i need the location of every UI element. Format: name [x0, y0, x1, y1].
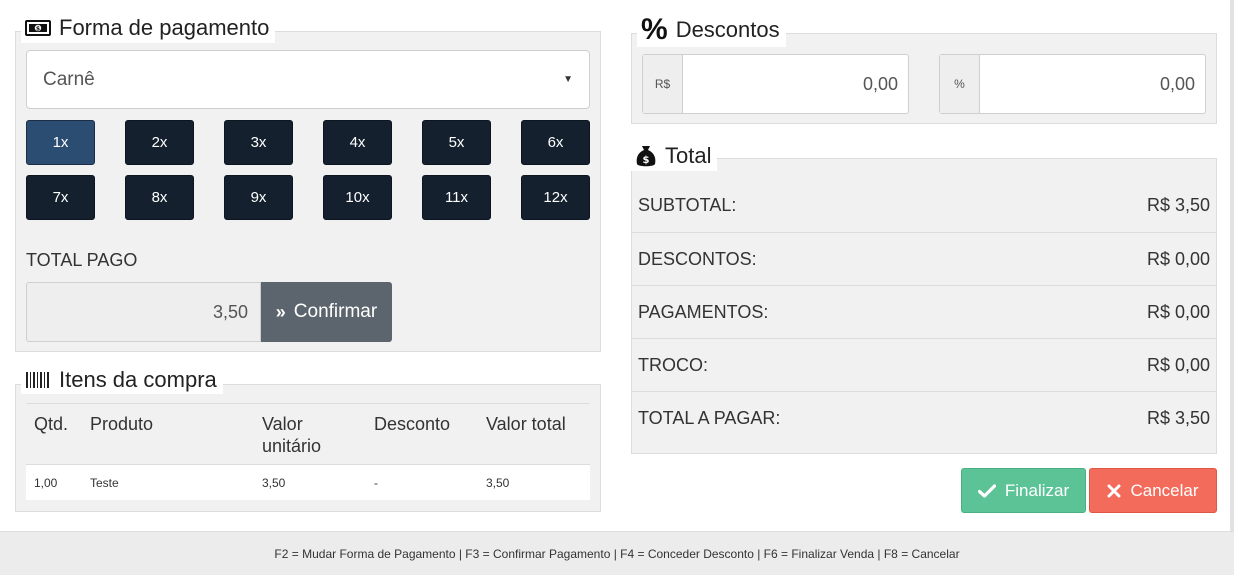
payment-title: Forma de pagamento	[59, 15, 270, 40]
svg-text:$: $	[36, 26, 40, 33]
total-row-troco: TROCO: R$ 0,00	[632, 338, 1216, 391]
total-pago-label: TOTAL PAGO	[26, 250, 138, 270]
double-chevron-right-icon: »	[275, 301, 286, 322]
discount-percent-group: % 0,00	[939, 54, 1206, 114]
caret-down-icon: ▼	[563, 74, 573, 85]
cell-valor-unitario: 3,50	[262, 476, 286, 490]
cancelar-label: Cancelar	[1130, 480, 1199, 500]
pagamentos-label: PAGAMENTOS:	[638, 301, 769, 322]
descontos-label: DESCONTOS:	[638, 248, 757, 269]
shortcuts-text: F2 = Mudar Forma de Pagamento | F3 = Con…	[274, 546, 960, 561]
percent-addon: %	[940, 55, 980, 113]
payment-method-value: Carnê	[43, 68, 95, 90]
total-row-descontos: DESCONTOS: R$ 0,00	[632, 232, 1216, 285]
installment-button-1x[interactable]: 1x	[26, 120, 95, 165]
payment-method-select[interactable]: Carnê ▼	[26, 50, 590, 109]
cell-produto: Teste	[90, 476, 119, 490]
installment-button-3x[interactable]: 3x	[224, 120, 293, 165]
total-row-subtotal: SUBTOTAL: R$ 3,50	[632, 179, 1216, 232]
totals-title: Total	[665, 143, 712, 168]
total-pago-input[interactable]: 3,50	[26, 282, 261, 342]
col-produto: Produto	[90, 414, 154, 434]
items-table: Qtd. Produto Valor unitário Desconto Val…	[26, 403, 590, 500]
barcode-icon	[25, 371, 51, 389]
right-border	[1230, 0, 1234, 531]
currency-addon: R$	[643, 55, 683, 113]
installment-button-9x[interactable]: 9x	[224, 175, 293, 220]
discount-currency-value: 0,00	[862, 73, 898, 94]
finalizar-button[interactable]: Finalizar	[961, 468, 1086, 513]
col-valor-total: Valor total	[486, 414, 566, 434]
installment-button-7x[interactable]: 7x	[26, 175, 95, 220]
col-valor-unitario-line1: Valor	[262, 414, 303, 434]
installment-button-10x[interactable]: 10x	[323, 175, 392, 220]
descontos-value: R$ 0,00	[1146, 248, 1210, 269]
discounts-title: Descontos	[675, 17, 780, 42]
shortcuts-footer: F2 = Mudar Forma de Pagamento | F3 = Con…	[0, 531, 1234, 575]
discount-currency-input[interactable]: 0,00	[683, 55, 908, 113]
installment-button-6x[interactable]: 6x	[521, 120, 590, 165]
percent-icon: %	[641, 13, 668, 46]
discount-percent-value: 0,00	[1159, 73, 1195, 94]
confirm-button[interactable]: » Confirmar	[261, 282, 392, 342]
installment-button-4x[interactable]: 4x	[323, 120, 392, 165]
money-icon: $	[25, 20, 51, 36]
check-icon	[977, 483, 996, 498]
finalizar-label: Finalizar	[1004, 480, 1070, 500]
total-row-pagamentos: PAGAMENTOS: R$ 0,00	[632, 285, 1216, 338]
money-bag-icon: $	[635, 144, 657, 168]
installment-button-11x[interactable]: 11x	[422, 175, 491, 220]
cell-valor-total: 3,50	[486, 476, 510, 490]
col-valor-unitario: Valor unitário	[262, 413, 321, 457]
col-valor-unitario-line2: unitário	[262, 436, 322, 456]
items-table-header: Qtd. Produto Valor unitário Desconto Val…	[26, 403, 590, 464]
items-legend: Itens da compra	[21, 366, 223, 394]
totals-legend: $ Total	[631, 141, 718, 171]
cell-desconto: -	[374, 476, 378, 490]
col-desconto: Desconto	[374, 414, 451, 434]
troco-label: TROCO:	[638, 354, 708, 375]
installment-button-12x[interactable]: 12x	[521, 175, 590, 220]
table-row[interactable]: 1,00 Teste 3,50 - 3,50	[26, 464, 590, 500]
confirm-label: Confirmar	[293, 301, 378, 322]
total-pago-value: 3,50	[212, 301, 248, 322]
total-row-total-a-pagar: TOTAL A PAGAR: R$ 3,50	[632, 391, 1216, 444]
pagamentos-value: R$ 0,00	[1146, 301, 1210, 322]
col-qtd: Qtd.	[34, 414, 69, 434]
close-icon	[1107, 484, 1121, 498]
discounts-legend: % Descontos	[637, 13, 786, 47]
installment-button-5x[interactable]: 5x	[422, 120, 491, 165]
subtotal-label: SUBTOTAL:	[638, 195, 737, 215]
total-a-pagar-value: R$ 3,50	[1146, 407, 1210, 428]
troco-value: R$ 0,00	[1146, 354, 1210, 375]
bottom-edge	[0, 575, 1234, 580]
subtotal-value: R$ 3,50	[1146, 195, 1210, 215]
discount-percent-input[interactable]: 0,00	[980, 55, 1205, 113]
cancelar-button[interactable]: Cancelar	[1089, 468, 1217, 513]
installment-button-2x[interactable]: 2x	[125, 120, 194, 165]
items-title: Itens da compra	[59, 367, 217, 392]
installment-button-8x[interactable]: 8x	[125, 175, 194, 220]
total-a-pagar-label: TOTAL A PAGAR:	[638, 407, 781, 428]
svg-text:$: $	[643, 155, 650, 166]
discount-currency-group: R$ 0,00	[642, 54, 909, 114]
payment-legend: $ Forma de pagamento	[21, 13, 276, 43]
cell-qtd: 1,00	[34, 476, 58, 490]
